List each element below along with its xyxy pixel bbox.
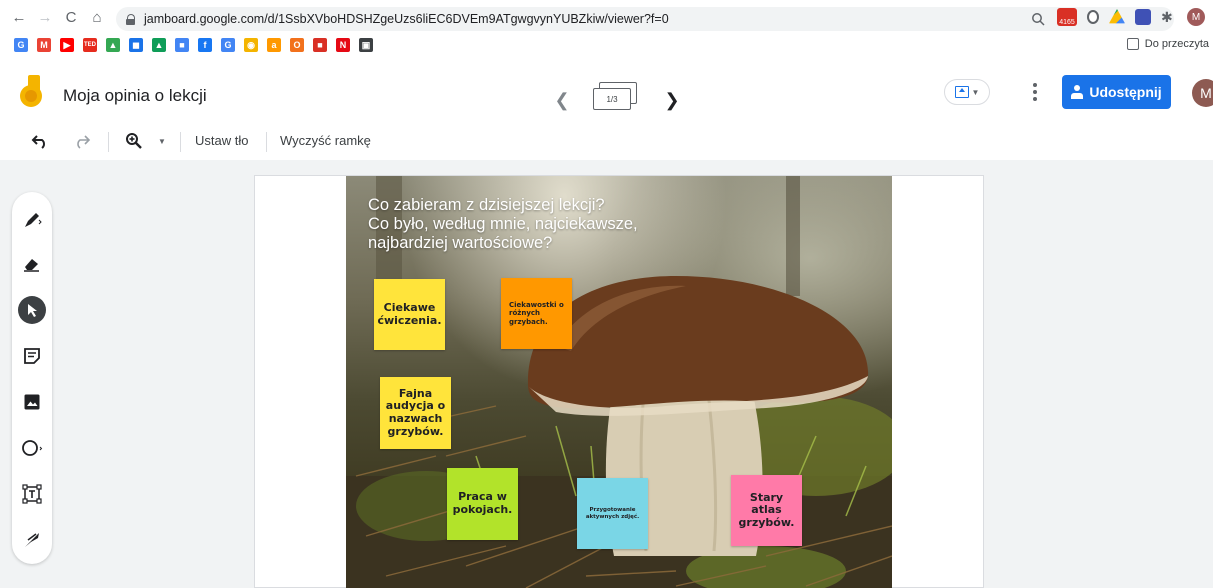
frame-navigator: ❮ 1/3 ❯ bbox=[553, 82, 681, 118]
bookmark-icon[interactable]: TED bbox=[83, 38, 97, 52]
frame-bar-toggle[interactable]: 1/3 bbox=[589, 82, 645, 118]
bookmark-icon[interactable]: ◼ bbox=[129, 38, 143, 52]
gmail-extension-icon[interactable]: 4165 bbox=[1057, 8, 1077, 26]
heading-line: najbardziej wartościowe? bbox=[368, 234, 553, 252]
bookmark-icon[interactable]: f bbox=[198, 38, 212, 52]
heading-line: Co było, według mnie, najciekawsze, bbox=[368, 215, 638, 233]
address-bar[interactable]: jamboard.google.com/d/1SsbXVboHDSHZgeUzs… bbox=[116, 7, 1174, 31]
text-box-icon[interactable] bbox=[18, 480, 46, 508]
sticky-note[interactable]: Stary atlas grzybów. bbox=[731, 475, 802, 546]
bookmarks-bar: G M ▶ TED ▲ ◼ ▲ ■ f G ◉ a O ■ N ▣ bbox=[0, 34, 1213, 56]
undo-icon[interactable] bbox=[28, 129, 52, 153]
bookmark-icon[interactable]: ◉ bbox=[244, 38, 258, 52]
toolbar-divider bbox=[180, 132, 181, 152]
zoom-dropdown-icon[interactable]: ▼ bbox=[150, 129, 174, 153]
back-button[interactable]: ← bbox=[8, 6, 30, 28]
image-icon[interactable] bbox=[18, 388, 46, 416]
bookmark-icon[interactable]: O bbox=[290, 38, 304, 52]
bookmark-icon[interactable]: ▲ bbox=[152, 38, 166, 52]
chevron-down-icon: ▼ bbox=[971, 87, 980, 97]
toolbar-divider bbox=[108, 132, 109, 152]
redo-icon[interactable] bbox=[70, 129, 94, 153]
pen-icon[interactable] bbox=[18, 206, 46, 234]
editing-toolbar: ▼ Ustaw tło Wyczyść ramkę bbox=[0, 124, 1213, 158]
sticky-note[interactable]: Fajna audycja o nazwach grzybów. bbox=[380, 377, 451, 449]
toolbar-divider bbox=[266, 132, 267, 152]
bookmark-icon[interactable]: ▶ bbox=[60, 38, 74, 52]
eraser-icon[interactable] bbox=[18, 250, 46, 278]
browser-toolbar: ← → C ⌂ jamboard.google.com/d/1SsbXVboHD… bbox=[0, 0, 1213, 34]
profile-avatar[interactable]: M bbox=[1187, 8, 1205, 26]
set-background-button[interactable]: Ustaw tło bbox=[195, 133, 248, 148]
circle-icon[interactable] bbox=[18, 434, 46, 462]
forward-button[interactable]: → bbox=[34, 6, 56, 28]
select-icon[interactable] bbox=[18, 296, 46, 324]
sticky-note[interactable]: Praca w pokojach. bbox=[447, 468, 518, 540]
reload-button[interactable]: C bbox=[60, 6, 82, 28]
home-button[interactable]: ⌂ bbox=[86, 6, 108, 28]
sticky-note-icon[interactable] bbox=[18, 342, 46, 370]
tools-sidebar bbox=[12, 192, 52, 564]
puzzle-icon[interactable]: ✱ bbox=[1161, 9, 1177, 25]
reading-list-icon bbox=[1126, 38, 1139, 50]
lightbulb-extension-icon[interactable] bbox=[1087, 10, 1099, 24]
clear-frame-button[interactable]: Wyczyść ramkę bbox=[280, 133, 371, 148]
url-text: jamboard.google.com/d/1SsbXVboHDSHZgeUzs… bbox=[144, 12, 669, 26]
frame-indicator: 1/3 bbox=[593, 88, 631, 110]
laser-icon[interactable] bbox=[18, 526, 46, 554]
mushroom-photo[interactable]: Co zabieram z dzisiejszej lekcji? Co był… bbox=[346, 176, 892, 588]
sticky-note[interactable]: Ciekawe ćwiczenia. bbox=[374, 279, 445, 350]
more-options-icon[interactable] bbox=[1028, 80, 1042, 104]
next-frame-button[interactable]: ❯ bbox=[663, 90, 681, 111]
heading-line: Co zabieram z dzisiejszej lekcji? bbox=[368, 196, 605, 214]
bookmark-icon[interactable]: G bbox=[221, 38, 235, 52]
document-title[interactable]: Moja opinia o lekcji bbox=[63, 86, 207, 106]
sticky-note[interactable]: Ciekawostki o różnych grzybach. bbox=[501, 278, 572, 349]
jamboard-logo[interactable] bbox=[20, 75, 44, 111]
person-icon bbox=[1071, 85, 1084, 99]
present-button[interactable]: ▼ bbox=[944, 79, 990, 105]
bookmark-icon[interactable]: ▣ bbox=[359, 38, 373, 52]
share-label: Udostępnij bbox=[1089, 84, 1162, 100]
reading-list-button[interactable]: Do przeczyta bbox=[1126, 38, 1209, 50]
bookmark-icon[interactable]: N bbox=[336, 38, 350, 52]
drive-extension-icon[interactable] bbox=[1109, 9, 1125, 24]
app-header: Moja opinia o lekcji ❮ 1/3 ❯ ▼ Udostępni… bbox=[0, 58, 1213, 120]
zoom-icon[interactable] bbox=[122, 129, 146, 153]
share-button[interactable]: Udostępnij bbox=[1062, 75, 1171, 109]
present-icon bbox=[954, 86, 969, 98]
sticky-note[interactable]: Przygotowanie aktywnych zdjęć. bbox=[577, 478, 648, 549]
extensions-area: 4165 ✱ M bbox=[1057, 8, 1205, 26]
bookmark-icon[interactable]: ■ bbox=[175, 38, 189, 52]
bookmark-icon[interactable]: ▲ bbox=[106, 38, 120, 52]
search-icon[interactable] bbox=[1031, 12, 1045, 26]
bookmark-icon[interactable]: a bbox=[267, 38, 281, 52]
previous-frame-button[interactable]: ❮ bbox=[553, 90, 571, 111]
lock-icon bbox=[126, 13, 136, 25]
bookmark-icon[interactable]: M bbox=[37, 38, 51, 52]
bookmark-icon[interactable]: ■ bbox=[313, 38, 327, 52]
frame-heading: Co zabieram z dzisiejszej lekcji? Co był… bbox=[368, 196, 638, 253]
notes-extension-icon[interactable] bbox=[1135, 9, 1151, 25]
user-avatar[interactable]: M bbox=[1192, 79, 1213, 107]
bookmark-icon[interactable]: G bbox=[14, 38, 28, 52]
reading-list-label: Do przeczyta bbox=[1144, 38, 1209, 50]
